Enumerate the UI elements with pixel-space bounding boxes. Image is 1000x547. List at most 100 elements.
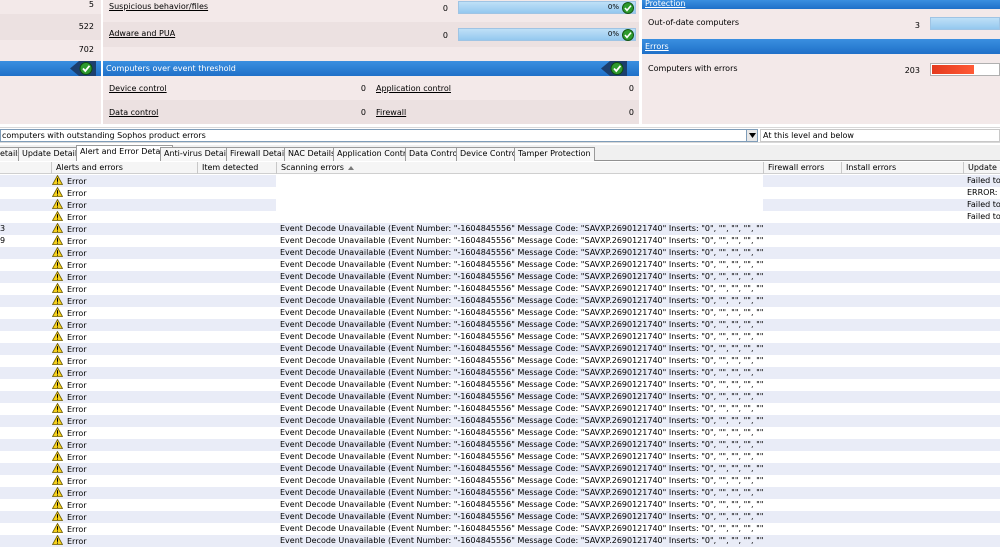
table-row[interactable]: Error Event Decode Unavailable (Event Num…	[0, 271, 1000, 283]
table-row[interactable]: Error Event Decode Unavailable (Event Num…	[0, 367, 1000, 379]
alert-text: Error	[67, 417, 87, 426]
table-row[interactable]: Error Event Decode Unavailable (Event Num…	[0, 499, 1000, 511]
warning-icon	[52, 223, 63, 233]
col-scanning-errors-label: Scanning errors	[281, 163, 344, 172]
alert-text: Error	[67, 225, 87, 234]
col-install-errors[interactable]: Install errors	[841, 162, 963, 174]
application-control-link[interactable]: Application control	[376, 84, 451, 93]
scan-error-cell: Event Decode Unavailable (Event Number: …	[280, 476, 763, 485]
scan-error-cell: Event Decode Unavailable (Event Number: …	[280, 308, 763, 317]
warning-icon	[52, 259, 63, 269]
table-row[interactable]: Error Event Decode Unavailable (Event Num…	[0, 487, 1000, 499]
data-control-count: 0	[360, 108, 366, 117]
table-row[interactable]: Error Event Decode Unavailable (Event Num…	[0, 511, 1000, 523]
scan-error-cell: Event Decode Unavailable (Event Number: …	[280, 536, 763, 545]
check-icon	[70, 61, 96, 76]
table-row[interactable]: Error Event Decode Unavailable (Event Num…	[0, 295, 1000, 307]
col-scanning-errors[interactable]: Scanning errors	[276, 162, 763, 174]
col-firewall-errors[interactable]: Firewall errors	[763, 162, 841, 174]
table-row[interactable]: Error Event Decode Unavailable (Event Num…	[0, 319, 1000, 331]
data-control-link[interactable]: Data control	[109, 108, 158, 117]
errors-header[interactable]: Errors	[642, 39, 1000, 54]
suspicious-behavior-link[interactable]: Suspicious behavior/files	[109, 2, 208, 11]
table-row[interactable]: 3 Error Event Decode Unavailable (Event Nu…	[0, 223, 1000, 235]
table-row[interactable]: Error Event Decode Unavailable (Event Num…	[0, 523, 1000, 535]
adware-progress-bar: 0%	[458, 28, 636, 41]
errors-count: 203	[904, 66, 920, 75]
tab-device-control[interactable]: Device Control	[456, 147, 523, 161]
scan-error-cell: Event Decode Unavailable (Event Number: …	[280, 236, 763, 245]
errors-bar	[930, 63, 1000, 76]
table-row[interactable]: Error Event Decode Unavailable (Event Num…	[0, 475, 1000, 487]
details-tab-strip: etails Update Details Alert and Error De…	[0, 145, 1000, 161]
scan-error-cell: Event Decode Unavailable (Event Number: …	[280, 440, 763, 449]
right-summary-panel: Protection Out-of-date computers 3 Error…	[642, 0, 1000, 124]
warning-icon	[52, 379, 63, 389]
alert-text: Error	[67, 429, 87, 438]
adware-pua-link[interactable]: Adware and PUA	[109, 29, 175, 38]
scan-error-cell: Event Decode Unavailable (Event Number: …	[280, 428, 763, 437]
scan-error-cell: Event Decode Unavailable (Event Number: …	[280, 356, 763, 365]
dropdown-arrow-icon[interactable]	[746, 129, 758, 142]
table-row[interactable]: Error Event Decode Unavailable (Event Num…	[0, 259, 1000, 271]
warning-icon	[52, 307, 63, 317]
table-row[interactable]: Error Event Decode Unavailable (Event Num…	[0, 331, 1000, 343]
table-row[interactable]: Error Event Decode Unavailable (Event Num…	[0, 415, 1000, 427]
table-row[interactable]: Error ERROR: C	[0, 187, 1000, 199]
col-alerts-and-errors[interactable]: Alerts and errors	[51, 162, 197, 174]
table-row[interactable]: Error Event Decode Unavailable (Event Num…	[0, 463, 1000, 475]
table-row[interactable]: Error Failed to i	[0, 175, 1000, 187]
check-icon	[622, 29, 634, 41]
table-row[interactable]: Error Event Decode Unavailable (Event Num…	[0, 439, 1000, 451]
scan-cell-empty	[276, 175, 763, 187]
update-error-cell: Failed to i	[967, 212, 1000, 221]
device-control-link[interactable]: Device control	[109, 84, 167, 93]
table-row[interactable]: Error Event Decode Unavailable (Event Num…	[0, 247, 1000, 259]
scan-error-cell: Event Decode Unavailable (Event Number: …	[280, 488, 763, 497]
table-row[interactable]: Error Failed to i	[0, 211, 1000, 223]
alert-cell: Error	[52, 535, 197, 547]
table-row[interactable]: Error Event Decode Unavailable (Event Num…	[0, 403, 1000, 415]
tab-data-control[interactable]: Data Control	[405, 147, 464, 161]
scan-error-cell: Event Decode Unavailable (Event Number: …	[280, 464, 763, 473]
alert-text: Error	[67, 489, 87, 498]
warning-icon	[52, 523, 63, 533]
alert-text: Error	[67, 525, 87, 534]
table-row[interactable]: Error Event Decode Unavailable (Event Num…	[0, 451, 1000, 463]
protection-header[interactable]: Protection	[642, 0, 1000, 9]
table-row[interactable]: Error Event Decode Unavailable (Event Num…	[0, 535, 1000, 547]
level-dropdown[interactable]: At this level and below	[760, 129, 1000, 142]
warning-icon	[52, 175, 63, 185]
alert-text: Error	[67, 189, 87, 198]
out-of-date-count: 3	[914, 21, 920, 30]
table-row[interactable]: Error Event Decode Unavailable (Event Num…	[0, 391, 1000, 403]
alert-text: Error	[67, 393, 87, 402]
view-dropdown[interactable]: computers with outstanding Sophos produc…	[0, 129, 758, 142]
tab-nac-details[interactable]: NAC Details	[284, 147, 340, 161]
tab-anti-virus-details[interactable]: Anti-virus Details	[160, 147, 237, 161]
table-row[interactable]: Error Event Decode Unavailable (Event Num…	[0, 307, 1000, 319]
errors-bar-fill	[932, 65, 975, 74]
tab-tamper-protection[interactable]: Tamper Protection	[514, 147, 595, 161]
tab-alert-and-error-details[interactable]: Alert and Error Details	[76, 145, 173, 161]
table-row[interactable]: 9 Error Event Decode Unavailable (Event Nu…	[0, 235, 1000, 247]
left-count-3: 702	[78, 45, 94, 54]
table-row[interactable]: Error Event Decode Unavailable (Event Num…	[0, 355, 1000, 367]
alert-text: Error	[67, 177, 87, 186]
table-row[interactable]: Error Event Decode Unavailable (Event Num…	[0, 343, 1000, 355]
warning-icon	[52, 319, 63, 329]
col-item-detected[interactable]: Item detected	[197, 162, 276, 174]
scan-cell-empty	[276, 211, 763, 223]
suspicious-count: 0	[442, 4, 448, 13]
alert-text: Error	[67, 465, 87, 474]
firewall-link[interactable]: Firewall	[376, 108, 406, 117]
table-row[interactable]: Error Event Decode Unavailable (Event Num…	[0, 427, 1000, 439]
alert-text: Error	[67, 453, 87, 462]
warning-icon	[52, 403, 63, 413]
warning-icon	[52, 235, 63, 245]
warning-icon	[52, 463, 63, 473]
table-row[interactable]: Error Failed to i	[0, 199, 1000, 211]
table-row[interactable]: Error Event Decode Unavailable (Event Num…	[0, 379, 1000, 391]
table-row[interactable]: Error Event Decode Unavailable (Event Num…	[0, 283, 1000, 295]
col-update-errors[interactable]: Update err	[963, 162, 1000, 174]
